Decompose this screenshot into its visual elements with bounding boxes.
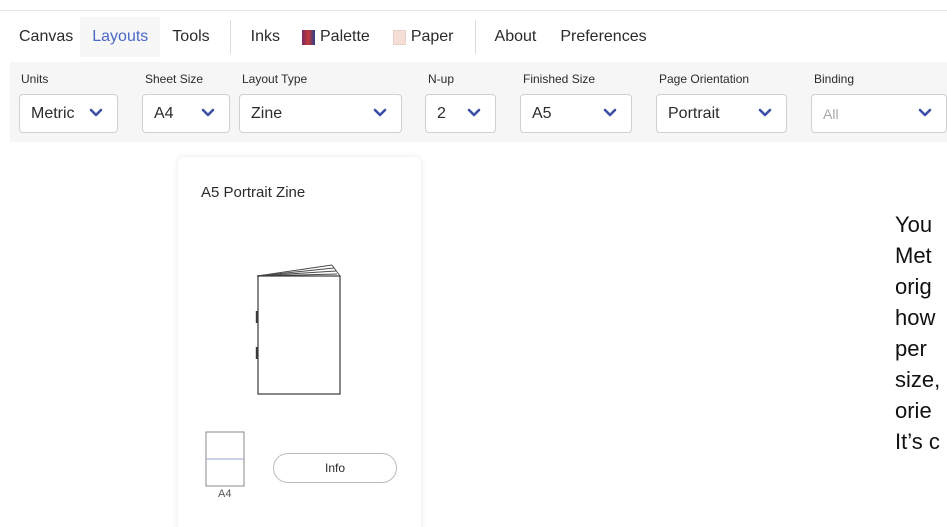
sheet-size-label: Sheet Size xyxy=(145,72,204,86)
layout-type-value: Zine xyxy=(251,104,283,122)
page-orientation-value: Portrait xyxy=(668,104,720,122)
paper-swatch-icon xyxy=(392,29,406,45)
finished-size-label: Finished Size xyxy=(523,72,596,86)
menu-separator xyxy=(229,20,231,54)
binding-value: All xyxy=(823,105,839,122)
description-line: how xyxy=(895,305,936,330)
units-select[interactable]: Metric xyxy=(19,94,118,133)
layout-type-select[interactable]: Zine xyxy=(239,94,402,133)
chevron-down-icon xyxy=(918,108,932,117)
layout-card-title: A5 Portrait Zine xyxy=(201,184,306,201)
layout-card[interactable]: A5 Portrait Zine A4 Info xyxy=(178,157,421,527)
description-line: size, xyxy=(895,367,941,392)
binding-label: Binding xyxy=(814,72,855,86)
layout-type-label: Layout Type xyxy=(242,72,308,86)
menu-item-label: About xyxy=(494,28,537,45)
sheet-size-select[interactable]: A4 xyxy=(142,94,230,133)
menu-item-tools[interactable]: Tools xyxy=(172,17,209,57)
description-line: You xyxy=(895,212,933,237)
chevron-down-icon xyxy=(89,108,103,117)
menu-item-about[interactable]: About xyxy=(495,17,537,57)
n-up-label: N-up xyxy=(428,72,455,86)
main-menu: Canvas Layouts Tools Inks Palette Paper … xyxy=(0,17,947,57)
menu-item-inks[interactable]: Inks xyxy=(251,17,280,57)
description-text: You Met orig how per size, orie It’s c xyxy=(895,209,947,457)
units-value: Metric xyxy=(31,104,75,122)
zine-booklet-illustration xyxy=(255,264,341,395)
finished-size-select[interactable]: A5 xyxy=(520,94,632,133)
menu-item-canvas[interactable]: Canvas xyxy=(19,17,73,57)
n-up-select[interactable]: 2 xyxy=(425,94,496,133)
menu-item-label: Layouts xyxy=(92,28,149,45)
menu-item-paper[interactable]: Paper xyxy=(392,17,454,57)
binding-select[interactable]: All xyxy=(811,94,947,133)
description-line: Met xyxy=(895,243,932,268)
n-up-value: 2 xyxy=(437,104,446,122)
info-button[interactable]: Info xyxy=(273,453,397,483)
finished-size-value: A5 xyxy=(532,104,552,122)
menu-item-label: Paper xyxy=(410,28,454,45)
sheet-size-caption: A4 xyxy=(218,488,232,500)
menu-item-label: Preferences xyxy=(560,28,647,45)
layout-controls-panel: Units Metric Sheet Size A4 Layout Type Z… xyxy=(10,62,947,142)
menu-item-preferences[interactable]: Preferences xyxy=(560,17,646,57)
menu-item-label: Palette xyxy=(320,28,370,45)
menu-item-label: Inks xyxy=(250,28,280,45)
chevron-down-icon xyxy=(373,108,387,117)
chevron-down-icon xyxy=(758,108,772,117)
palette-swatch-icon xyxy=(302,29,315,45)
description-line: per xyxy=(895,336,927,361)
chevron-down-icon xyxy=(467,108,481,117)
menu-item-palette[interactable]: Palette xyxy=(302,17,370,57)
page-orientation-select[interactable]: Portrait xyxy=(656,94,787,133)
description-line: orig xyxy=(895,274,932,299)
chevron-down-icon xyxy=(603,108,617,117)
top-divider xyxy=(0,10,947,11)
units-label: Units xyxy=(21,72,49,86)
menu-item-label: Tools xyxy=(172,28,210,45)
page-orientation-label: Page Orientation xyxy=(659,72,750,86)
description-line: orie xyxy=(895,398,932,423)
menu-separator xyxy=(474,20,476,54)
sheet-size-value: A4 xyxy=(154,104,174,122)
chevron-down-icon xyxy=(201,108,215,117)
description-line: It’s c xyxy=(895,429,940,454)
menu-item-layouts[interactable]: Layouts xyxy=(80,17,161,57)
menu-item-label: Canvas xyxy=(19,28,74,45)
sheet-imposition-icon xyxy=(205,431,245,487)
